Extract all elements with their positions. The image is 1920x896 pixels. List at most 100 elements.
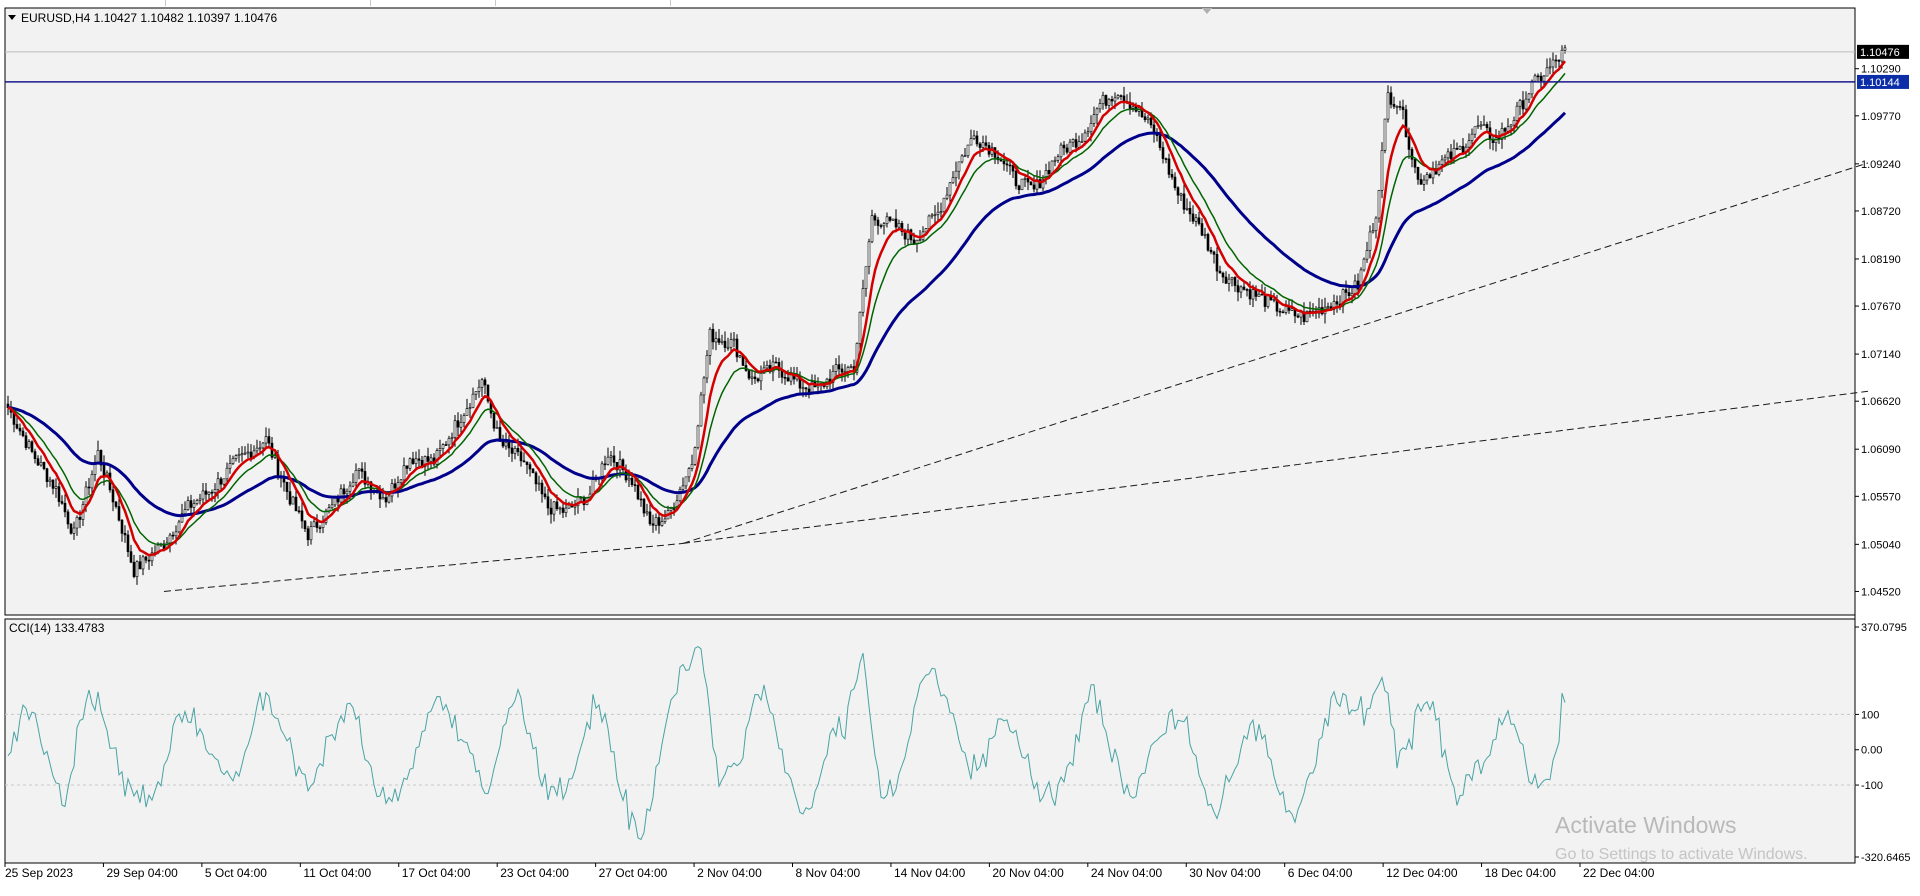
- candle-body: [933, 214, 937, 216]
- candle-body: [861, 288, 865, 313]
- candle-body: [492, 412, 496, 429]
- candle-body: [1326, 306, 1330, 308]
- candle-body: [645, 511, 649, 514]
- candle-body: [102, 464, 106, 477]
- candle-body: [723, 340, 727, 348]
- candle-body: [1185, 207, 1189, 210]
- candle-body: [876, 219, 880, 226]
- candle-body: [942, 197, 946, 212]
- candle-body: [468, 407, 472, 409]
- candle-body: [84, 486, 88, 505]
- candle-body: [1251, 289, 1255, 300]
- candle-body: [1245, 289, 1249, 291]
- price-chart[interactable]: EURUSD,H4 1.10427 1.10482 1.10397 1.1047…: [0, 0, 1920, 891]
- candle-body: [918, 239, 922, 241]
- candle-body: [408, 458, 412, 469]
- chart-tab[interactable]: [165, 0, 371, 6]
- chart-tab[interactable]: [495, 0, 671, 6]
- chart-tab[interactable]: [370, 0, 496, 6]
- candle-body: [717, 338, 721, 343]
- candle-body: [96, 450, 100, 463]
- time-tick-label: 25 Sep 2023: [5, 866, 73, 880]
- candle-body: [882, 223, 886, 227]
- current-price-label: 1.10476: [1860, 47, 1900, 59]
- candle-body: [390, 483, 394, 497]
- candle-body: [18, 427, 22, 432]
- candle-body: [1290, 308, 1294, 311]
- candle-body: [483, 379, 487, 386]
- candle-body: [114, 501, 118, 507]
- candle-body: [693, 447, 697, 465]
- candle-body: [1413, 159, 1417, 168]
- candle-body: [480, 379, 484, 388]
- candle-body: [1365, 250, 1369, 260]
- candle-body: [1536, 75, 1540, 78]
- candle-body: [543, 493, 547, 498]
- candle-body: [513, 448, 517, 454]
- candle-body: [681, 485, 685, 490]
- time-tick-label: 30 Nov 04:00: [1189, 866, 1261, 880]
- candle-body: [1014, 170, 1018, 187]
- candle-body: [1026, 178, 1030, 183]
- candle-body: [975, 135, 979, 145]
- candle-body: [1389, 92, 1393, 105]
- candle-body: [963, 155, 967, 158]
- candle-body: [690, 464, 694, 469]
- candle-body: [534, 472, 538, 485]
- candle-body: [1032, 184, 1036, 190]
- candle-body: [462, 415, 466, 423]
- time-tick-label: 14 Nov 04:00: [894, 866, 966, 880]
- candle-body: [207, 491, 211, 495]
- candle-body: [1086, 131, 1090, 134]
- candle-body: [696, 425, 700, 448]
- candle-body: [501, 441, 505, 447]
- candle-body: [888, 216, 892, 221]
- candle-body: [846, 367, 850, 372]
- candle-body: [246, 451, 250, 454]
- candle-body: [1080, 140, 1084, 143]
- candle-body: [747, 370, 751, 379]
- candle-body: [1092, 114, 1096, 124]
- candle-body: [399, 479, 403, 483]
- chart-header: EURUSD,H4 1.10427 1.10482 1.10397 1.1047…: [21, 11, 278, 25]
- candle-body: [195, 500, 199, 504]
- candle-body: [1485, 124, 1489, 129]
- candle-body: [354, 470, 358, 483]
- candle-body: [414, 458, 418, 464]
- candle-body: [204, 490, 208, 495]
- candle-body: [609, 455, 613, 458]
- candle-body: [672, 508, 676, 510]
- candle-body: [294, 496, 298, 512]
- candle-body: [342, 488, 346, 495]
- candle-body: [135, 561, 139, 578]
- candle-body: [1377, 190, 1381, 219]
- candle-body: [1176, 187, 1180, 196]
- candle-body: [936, 211, 940, 215]
- candle-body: [1551, 59, 1555, 68]
- candle-body: [1257, 293, 1261, 297]
- candle-body: [519, 451, 523, 462]
- time-tick-label: 27 Oct 04:00: [599, 866, 668, 880]
- candle-body: [147, 559, 151, 562]
- candle-body: [1410, 149, 1414, 160]
- candle-body: [885, 216, 889, 224]
- candle-body: [72, 527, 76, 534]
- candle-body: [1470, 133, 1474, 141]
- candle-body: [927, 215, 931, 229]
- candle-body: [651, 523, 655, 526]
- candle-body: [948, 182, 952, 196]
- candle-body: [1005, 163, 1009, 166]
- candle-body: [1065, 147, 1069, 153]
- candle-body: [288, 491, 292, 505]
- candle-body: [879, 225, 883, 227]
- time-tick-label: 23 Oct 04:00: [500, 866, 569, 880]
- candle-body: [447, 438, 451, 446]
- chart-tab[interactable]: [670, 0, 806, 6]
- candle-body: [708, 328, 712, 356]
- candle-body: [1428, 174, 1432, 179]
- candle-body: [912, 239, 916, 244]
- candle-body: [39, 462, 43, 466]
- candle-body: [54, 486, 58, 489]
- candle-body: [759, 373, 763, 382]
- candle-body: [1095, 108, 1099, 115]
